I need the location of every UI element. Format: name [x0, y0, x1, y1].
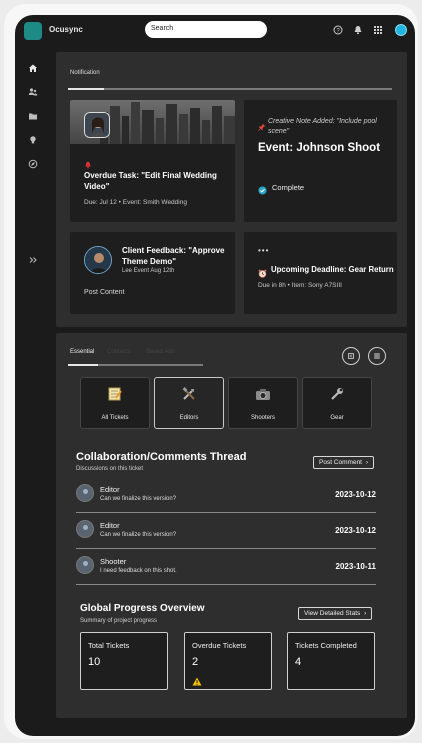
category-label: Gear [330, 415, 344, 421]
check-circle-icon [258, 182, 267, 200]
profile-photo [84, 112, 110, 138]
category-label: Shooters [250, 415, 275, 421]
comment-text: I need feedback on this shot. [100, 568, 177, 574]
app-title: Ocusync [49, 25, 83, 34]
tab-active-indicator [68, 364, 98, 366]
card-meta: Due in 8h • Item: Sony A7SIII [258, 282, 342, 289]
collab-subtitle: Discussions on this ticket [76, 466, 144, 472]
card-title: Upcoming Deadline: Gear Return [271, 265, 394, 274]
category-label: All Tickets [101, 415, 129, 421]
stat-label: Tickets Completed [295, 641, 357, 650]
alarm-clock-icon [258, 265, 267, 283]
tab-essential[interactable]: Essential [70, 349, 94, 355]
commenter-avatar [76, 484, 94, 502]
stat-total-tickets[interactable]: Total Tickets 10 [80, 632, 168, 690]
category-gear[interactable]: Gear [302, 377, 372, 429]
tab-underline [68, 88, 392, 90]
commenter-name: Editor [100, 485, 120, 494]
tab-contacts[interactable]: Contacts [107, 349, 131, 355]
category-label: Editors [179, 415, 199, 421]
stat-label: Total Tickets [88, 641, 130, 650]
expand-sidebar-icon[interactable] [26, 255, 40, 269]
card-title: Overdue Task: "Edit Final Wedding Video" [84, 171, 217, 191]
comment-date: 2023-10-12 [335, 490, 376, 499]
comment-row[interactable]: Shooter I need feedback on this shot. 20… [76, 549, 376, 585]
collab-title: Collaboration/Comments Thread [76, 451, 247, 463]
stat-label: Overdue Tickets [192, 641, 247, 650]
comment-row[interactable]: Editor Can we finalize this version? 202… [76, 477, 376, 513]
tab-active-indicator [68, 88, 104, 90]
compass-icon[interactable] [26, 159, 40, 173]
event-title: Event: Johnson Shoot [258, 142, 381, 154]
users-icon[interactable] [26, 87, 40, 101]
notepad-icon [81, 386, 149, 406]
progress-subtitle: Summary of project progress [80, 618, 158, 624]
card-title: Client Feedback: "Approve Theme Demo" [122, 246, 225, 266]
apps-grid-icon[interactable] [373, 25, 383, 35]
status-label: Complete [272, 183, 305, 192]
tab-saved-ads[interactable]: Saved Ads [146, 349, 175, 355]
category-shooters[interactable]: Shooters [228, 377, 298, 429]
app-window: Ocusync Search ? Notification Overdue Ta… [15, 15, 415, 736]
category-all-tickets[interactable]: All Tickets [80, 377, 150, 429]
commenter-avatar [76, 556, 94, 574]
commenter-name: Editor [100, 521, 120, 530]
event-card[interactable]: Creative Note Added: "Include pool scene… [244, 100, 397, 222]
category-editors[interactable]: Editors [154, 377, 224, 429]
progress-title: Global Progress Overview [80, 603, 205, 614]
comment-row[interactable]: Editor Can we finalize this version? 202… [76, 513, 376, 549]
tools-icon [155, 386, 223, 406]
comment-text: Can we finalize this version? [100, 532, 177, 538]
chevron-right-icon: › [365, 459, 368, 466]
user-avatar[interactable] [395, 24, 407, 36]
card-meta: Lee Event Aug 12th [122, 268, 175, 274]
stat-tickets-completed[interactable]: Tickets Completed 4 [287, 632, 375, 690]
menu-button[interactable] [368, 347, 386, 365]
comment-text: Can we finalize this version? [100, 496, 177, 502]
folder-icon[interactable] [26, 111, 40, 125]
bell-icon[interactable] [353, 25, 363, 35]
stat-value: 2 [192, 656, 199, 668]
camera-icon [229, 386, 297, 406]
top-bar: Ocusync Search ? [15, 15, 415, 47]
wrench-icon [303, 386, 371, 406]
tickets-panel: Essential Contacts Saved Ads All Tickets… [56, 333, 407, 718]
stat-value: 4 [295, 656, 302, 668]
view-detailed-stats-button[interactable]: View Detailed Stats › [298, 607, 373, 620]
notification-panel: Notification Overdue Task: "Edit Final W… [56, 52, 407, 327]
warning-icon [192, 673, 202, 691]
post-comment-label: Post Comment [319, 459, 362, 466]
stat-value: 10 [88, 656, 101, 668]
post-content-link[interactable]: Post Content [84, 289, 124, 296]
comment-date: 2023-10-11 [335, 562, 376, 571]
client-feedback-card[interactable]: Client Feedback: "Approve Theme Demo" Le… [70, 232, 235, 314]
app-logo[interactable] [24, 22, 42, 40]
post-comment-button[interactable]: Post Comment › [313, 456, 374, 469]
sidebar [15, 55, 51, 736]
pin-icon [258, 118, 266, 136]
lightbulb-icon[interactable] [26, 135, 40, 149]
home-icon[interactable] [26, 63, 40, 77]
comment-date: 2023-10-12 [335, 526, 376, 535]
overdue-task-card[interactable]: Overdue Task: "Edit Final Wedding Video"… [70, 100, 235, 222]
filter-button[interactable] [342, 347, 360, 365]
creative-note: Creative Note Added: "Include pool scene… [268, 118, 377, 135]
view-stats-label: View Detailed Stats [304, 610, 361, 617]
commenter-avatar [76, 520, 94, 538]
stat-overdue-tickets[interactable]: Overdue Tickets 2 [184, 632, 272, 690]
search-input[interactable]: Search [145, 21, 267, 38]
card-meta: Due: Jul 12 • Event: Smith Wedding [84, 199, 187, 206]
chevron-right-icon: › [364, 610, 367, 617]
more-icon[interactable]: ••• [258, 246, 269, 255]
help-icon[interactable]: ? [333, 25, 343, 35]
tab-notification[interactable]: Notification [70, 70, 100, 76]
deadline-card[interactable]: ••• Upcoming Deadline: Gear Return Due i… [244, 232, 397, 314]
commenter-name: Shooter [100, 557, 127, 566]
client-avatar [84, 246, 112, 274]
device-frame: Ocusync Search ? Notification Overdue Ta… [4, 4, 418, 739]
